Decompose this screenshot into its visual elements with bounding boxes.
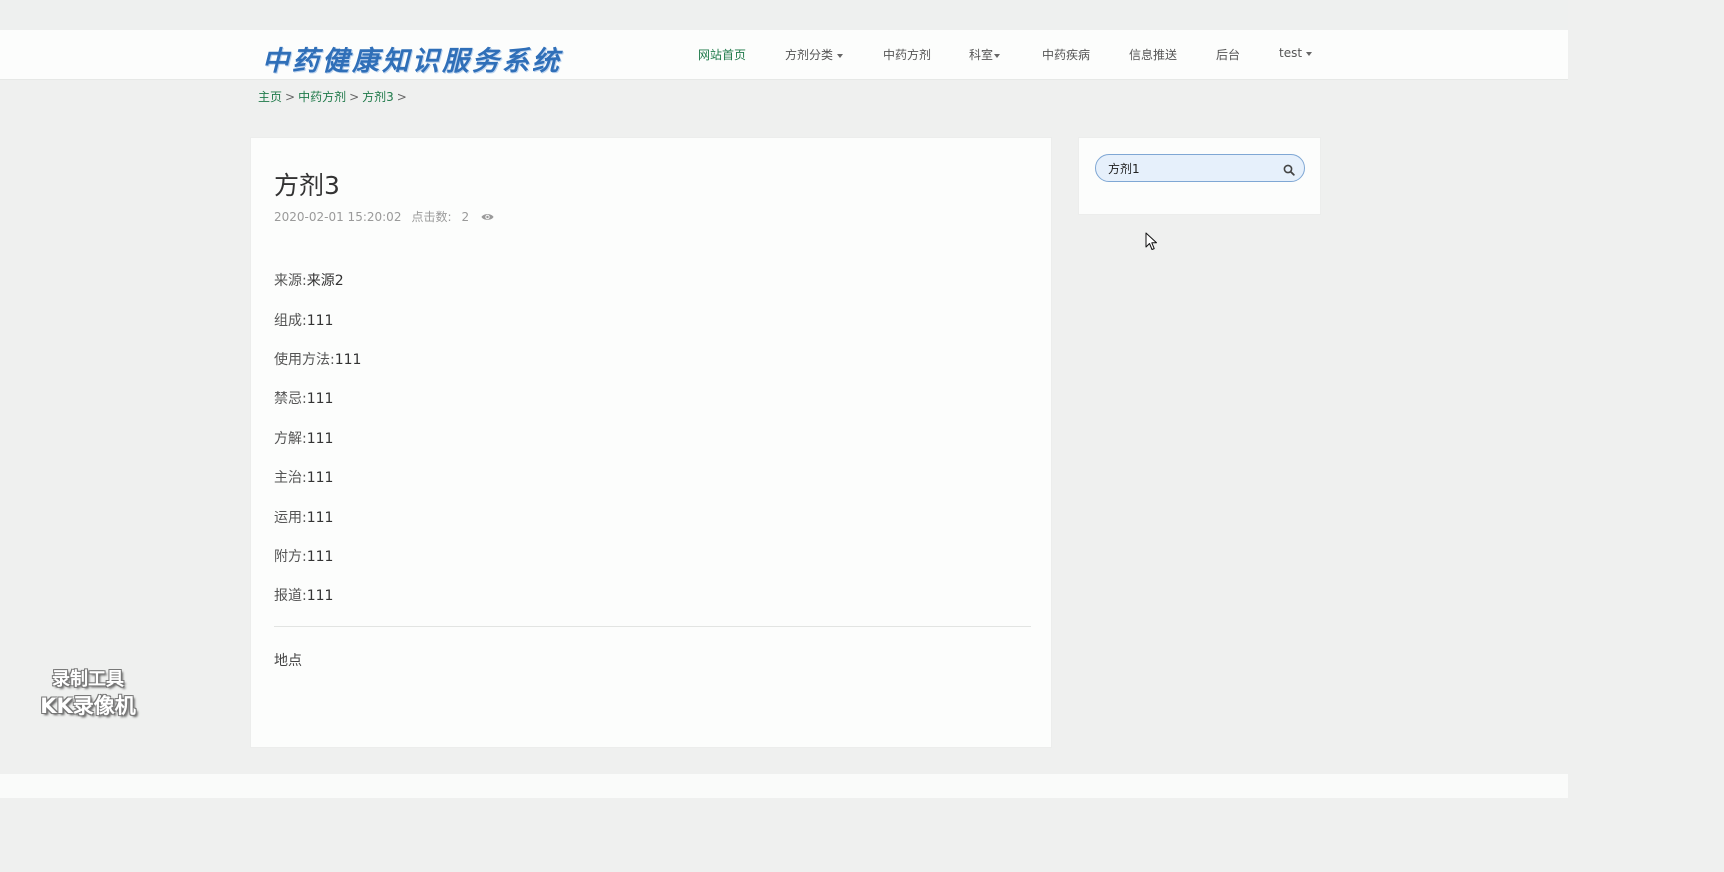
field-indications: 主治:111 xyxy=(274,467,333,487)
eye-icon xyxy=(481,211,494,225)
article-title: 方剂3 xyxy=(274,171,340,200)
field-value: 111 xyxy=(306,510,334,526)
site-logo[interactable]: 中药健康知识服务系统 xyxy=(262,39,562,77)
nav-item-label: 方剂分类 xyxy=(785,48,834,62)
field-appended-formula: 附方:111 xyxy=(274,546,333,566)
field-explanation: 方解:111 xyxy=(274,428,333,448)
field-value: 来源2 xyxy=(306,273,344,289)
field-contraindications: 禁忌:111 xyxy=(274,388,333,408)
nav-item-label: 中药疾病 xyxy=(1042,48,1091,62)
field-value: 111 xyxy=(306,470,334,486)
search-icon[interactable] xyxy=(1283,161,1295,180)
field-application: 运用:111 xyxy=(274,507,333,527)
field-source: 来源:来源2 xyxy=(274,270,344,290)
field-value: 111 xyxy=(306,588,334,604)
nav-item-label: 中药方剂 xyxy=(883,48,932,62)
field-label: 运用: xyxy=(274,510,307,526)
field-usage: 使用方法:111 xyxy=(274,349,361,369)
breadcrumb-separator: > xyxy=(396,90,407,104)
footer-strip xyxy=(0,774,1568,798)
nav-item-diseases[interactable]: 中药疾病 xyxy=(1042,46,1090,63)
article-meta: 2020-02-01 15:20:02 点击数: 2 xyxy=(274,208,504,225)
field-label: 使用方法: xyxy=(274,352,335,368)
field-value: 111 xyxy=(306,313,334,329)
field-composition: 组成:111 xyxy=(274,310,333,330)
breadcrumb-formulas[interactable]: 中药方剂 xyxy=(298,90,346,104)
nav-item-user-menu[interactable]: test xyxy=(1279,46,1313,60)
field-label: 方解: xyxy=(274,431,307,447)
field-label: 附方: xyxy=(274,549,307,565)
field-value: 111 xyxy=(306,549,334,565)
field-label: 报道: xyxy=(274,588,307,604)
field-report: 报道:111 xyxy=(274,585,333,605)
breadcrumb-separator: > xyxy=(285,90,296,104)
nav-item-label: 信息推送 xyxy=(1129,48,1178,62)
field-label: 禁忌: xyxy=(274,391,307,407)
nav-item-push[interactable]: 信息推送 xyxy=(1129,46,1177,63)
search-input[interactable] xyxy=(1108,160,1268,176)
field-value: 111 xyxy=(306,431,334,447)
mouse-cursor-icon xyxy=(1145,232,1158,255)
field-value: 111 xyxy=(306,391,334,407)
nav-item-label: 网站首页 xyxy=(698,48,747,62)
content-divider xyxy=(274,626,1031,627)
search-box xyxy=(1095,154,1305,182)
sidebar-search-card xyxy=(1078,137,1321,215)
caret-down-icon xyxy=(1306,51,1313,56)
nav-item-label: 后台 xyxy=(1216,48,1241,62)
publish-date: 2020-02-01 15:20:02 xyxy=(274,210,402,224)
nav-item-home[interactable]: 网站首页 xyxy=(698,46,746,63)
views-label: 点击数: xyxy=(411,210,452,224)
breadcrumb-separator: > xyxy=(349,90,360,104)
nav-item-formulas[interactable]: 中药方剂 xyxy=(883,46,931,63)
recorder-watermark: 录制工具 KK录像机 xyxy=(26,668,150,720)
article-card: 方剂3 2020-02-01 15:20:02 点击数: 2 来源:来源2 组成:1… xyxy=(250,137,1052,748)
caret-down-icon xyxy=(994,53,1001,58)
field-label: 来源: xyxy=(274,273,307,289)
views-count: 2 xyxy=(461,210,470,224)
top-strip xyxy=(0,0,1568,30)
nav-item-label: 科室 xyxy=(969,48,994,62)
field-label: 主治: xyxy=(274,470,307,486)
breadcrumb-current[interactable]: 方剂3 xyxy=(362,90,394,104)
field-value: 111 xyxy=(334,352,362,368)
nav-item-label: test xyxy=(1279,46,1303,60)
nav-item-department[interactable]: 科室 xyxy=(969,46,1001,63)
breadcrumb: 主页 > 中药方剂 > 方剂3 > xyxy=(258,88,410,105)
navbar: 中药健康知识服务系统 网站首页 方剂分类 中药方剂 科室 中药疾病 信息推送 后… xyxy=(0,30,1568,80)
watermark-line-2: KK录像机 xyxy=(40,694,136,718)
breadcrumb-home[interactable]: 主页 xyxy=(258,90,282,104)
nav-item-formula-category[interactable]: 方剂分类 xyxy=(785,46,844,63)
field-label: 组成: xyxy=(274,313,307,329)
watermark-line-1: 录制工具 xyxy=(52,669,124,690)
caret-down-icon xyxy=(837,53,844,58)
location-label: 地点 xyxy=(274,653,302,669)
nav-item-admin[interactable]: 后台 xyxy=(1216,46,1240,63)
